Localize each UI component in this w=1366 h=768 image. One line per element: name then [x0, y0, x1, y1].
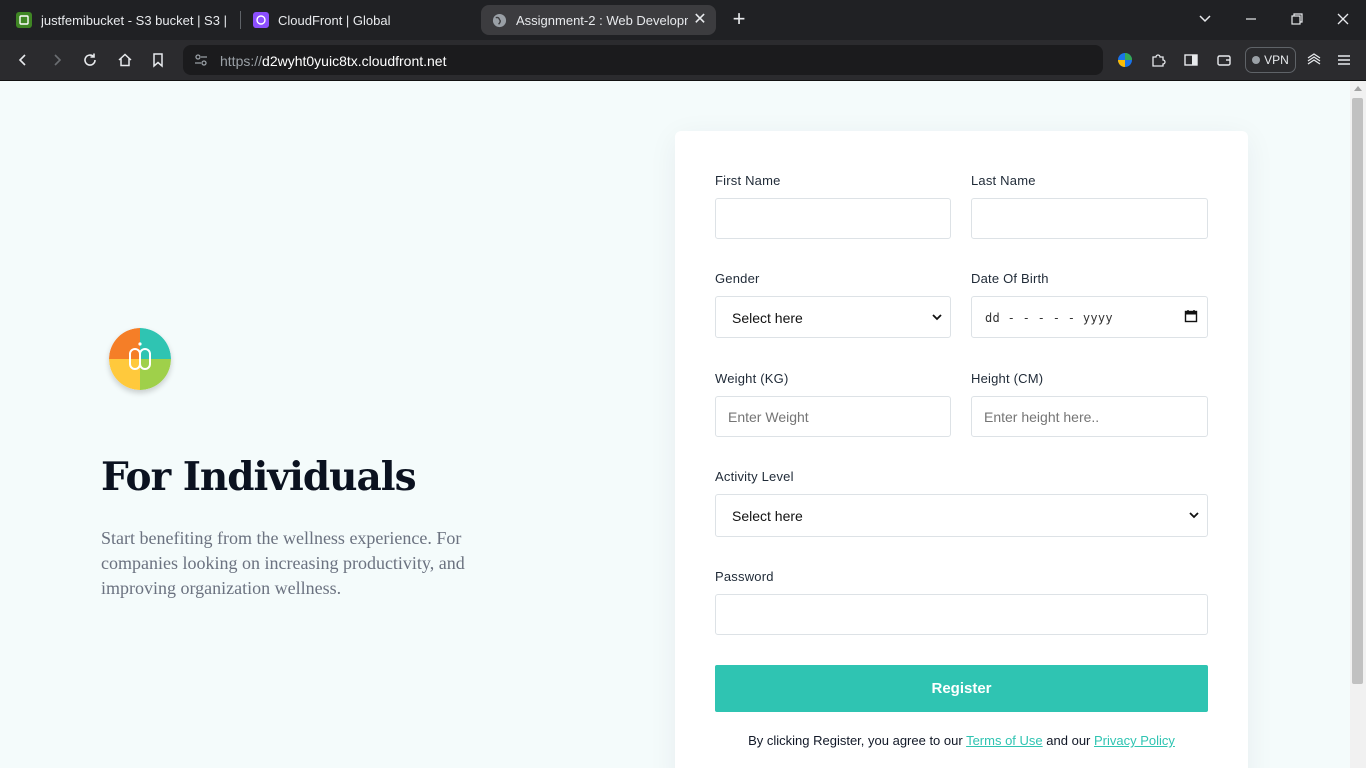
hero-description: Start benefiting from the wellness exper… — [101, 528, 465, 598]
dob-placeholder: dd - - - - - yyyy — [985, 311, 1113, 325]
register-button[interactable]: Register — [715, 665, 1208, 712]
tab-assignment[interactable]: Assignment-2 : Web Developme ✕ — [481, 5, 716, 35]
weight-placeholder: Enter Weight — [728, 409, 809, 425]
forward-icon[interactable] — [47, 50, 67, 70]
height-input[interactable]: Enter height here.. — [971, 396, 1208, 437]
site-settings-icon[interactable] — [191, 50, 211, 70]
extension-colorful-icon[interactable] — [1115, 50, 1135, 70]
hero-title: For Individuals — [101, 454, 417, 500]
vpn-status-icon — [1252, 56, 1261, 64]
dob-label: Date Of Birth — [971, 271, 1049, 286]
bookmark-icon[interactable] — [148, 50, 168, 70]
menu-icon[interactable] — [1334, 50, 1354, 70]
activity-level-select[interactable]: Select here — [715, 494, 1208, 537]
password-label: Password — [715, 569, 774, 584]
weight-input[interactable]: Enter Weight — [715, 396, 951, 437]
tab-title: CloudFront | Global — [278, 12, 391, 28]
tab-s3-bucket[interactable]: justfemibucket - S3 bucket | S3 | eu-c — [6, 5, 238, 35]
s3-bucket-icon — [16, 12, 32, 28]
close-tab-icon[interactable]: ✕ — [692, 12, 708, 28]
vpn-label: VPN — [1264, 53, 1289, 67]
activity-level-label: Activity Level — [715, 469, 794, 484]
url-host: d2wyht0yuic8tx.cloudfront.net — [262, 53, 447, 69]
page-scrollbar[interactable] — [1350, 81, 1366, 768]
last-name-field[interactable] — [971, 198, 1208, 239]
sidebar-icon[interactable] — [1181, 50, 1201, 70]
tab-title: Assignment-2 : Web Developme — [516, 12, 688, 28]
brave-news-icon[interactable] — [1304, 50, 1324, 70]
extensions-puzzle-icon[interactable] — [1148, 50, 1168, 70]
dob-date-field[interactable]: dd - - - - - yyyy — [971, 296, 1208, 338]
registration-form: First Name Last Name Gender Select here … — [675, 131, 1248, 768]
gender-selected-value: Select here — [732, 310, 803, 326]
globe-icon — [491, 12, 507, 28]
tab-cloudfront[interactable]: CloudFront | Global — [243, 5, 478, 35]
privacy-policy-link[interactable]: Privacy Policy — [1094, 733, 1175, 748]
new-tab-icon[interactable]: + — [729, 8, 749, 30]
height-label: Height (CM) — [971, 371, 1044, 386]
terms-of-use-link[interactable]: Terms of Use — [966, 733, 1043, 748]
gender-label: Gender — [715, 271, 760, 286]
close-window-icon[interactable] — [1333, 10, 1353, 30]
tab-title: justfemibucket - S3 bucket | S3 | eu-c — [41, 12, 228, 28]
terms-middle: and our — [1046, 733, 1091, 748]
app-logo — [109, 328, 171, 390]
scroll-up-icon[interactable] — [1354, 86, 1362, 91]
tab-divider — [240, 11, 241, 29]
first-name-label: First Name — [715, 173, 781, 188]
chevron-down-icon — [1189, 512, 1199, 519]
terms-notice: By clicking Register, you agree to our T… — [675, 733, 1248, 748]
gender-select[interactable]: Select here — [715, 296, 951, 338]
password-field[interactable] — [715, 594, 1208, 635]
reload-icon[interactable] — [80, 50, 100, 70]
activity-selected-value: Select here — [732, 508, 803, 524]
tab-search-chevron-icon[interactable] — [1195, 10, 1215, 30]
restore-window-icon[interactable] — [1287, 10, 1307, 30]
last-name-label: Last Name — [971, 173, 1036, 188]
height-placeholder: Enter height here.. — [984, 409, 1100, 425]
chevron-down-icon — [932, 314, 942, 321]
minimize-icon[interactable] — [1241, 10, 1261, 30]
terms-prefix: By clicking Register, you agree to our — [748, 733, 963, 748]
first-name-field[interactable] — [715, 198, 951, 239]
browser-tab-strip: justfemibucket - S3 bucket | S3 | eu-c C… — [0, 0, 1366, 40]
url-protocol: https:// — [220, 53, 263, 69]
vpn-button[interactable]: VPN — [1245, 47, 1296, 73]
back-icon[interactable] — [13, 50, 33, 70]
calendar-icon[interactable] — [1184, 309, 1198, 323]
wallet-icon[interactable] — [1214, 50, 1234, 70]
home-icon[interactable] — [115, 50, 135, 70]
page-content: For Individuals Start benefiting from th… — [0, 81, 1350, 768]
address-bar[interactable]: https://d2wyht0yuic8tx.cloudfront.net — [183, 45, 1103, 75]
weight-label: Weight (KG) — [715, 371, 789, 386]
scrollbar-thumb[interactable] — [1352, 98, 1363, 684]
url-text: https://d2wyht0yuic8tx.cloudfront.net — [220, 53, 446, 69]
cloudfront-icon — [253, 12, 269, 28]
